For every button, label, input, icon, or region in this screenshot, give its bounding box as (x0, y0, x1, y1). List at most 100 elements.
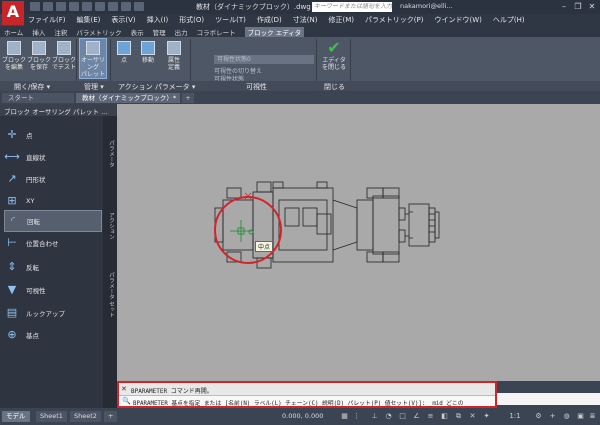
palette-item-rotation[interactable]: ◜ 回転 (4, 210, 102, 232)
menu-tools[interactable]: ツール(T) (215, 15, 246, 25)
annotation-icon[interactable]: ✦ (482, 412, 491, 421)
point-parameter-button[interactable]: 点 (112, 39, 136, 64)
edit-block-button[interactable]: ブロック を編集 (2, 39, 26, 71)
tab-view[interactable]: 表示 (131, 27, 144, 37)
panel-manage[interactable]: 管理 ▾ (84, 82, 104, 92)
menu-dimension[interactable]: 寸法(N) (293, 15, 318, 25)
close-editor-button[interactable]: ✔ エディタ を閉じる (320, 39, 348, 72)
tab-current-document[interactable]: 教材（ダイナミックブロック）* ✕ (76, 93, 180, 112)
tab-model[interactable]: モデル (2, 411, 30, 422)
maximize-button[interactable]: ❐ (572, 1, 584, 12)
transparency-icon[interactable]: ◧ (440, 412, 449, 421)
authoring-palettes-button[interactable]: オーサリング パレット (79, 38, 107, 79)
tab-home[interactable]: ホーム (4, 27, 23, 37)
workspace-icon[interactable]: ⚙ (534, 412, 543, 421)
print-icon[interactable] (95, 2, 105, 11)
menu-help[interactable]: ヘルプ(H) (493, 15, 525, 25)
menu-format[interactable]: 形式(O) (179, 15, 204, 25)
test-block-button[interactable]: ブロック でテスト (52, 39, 76, 71)
palette-item-basepoint[interactable]: ⊕ 基点 (4, 324, 102, 346)
polar-icon[interactable]: ◔ (384, 412, 393, 421)
palette-item-linear[interactable]: ⟷ 直線状 (4, 146, 102, 168)
tab-start[interactable]: スタート (2, 93, 74, 103)
add-layout-button[interactable]: + (104, 411, 118, 422)
customize-icon[interactable]: ≣ (588, 412, 597, 421)
annotation-scale[interactable]: 1:1 (508, 412, 522, 421)
3d-osnap-icon[interactable]: ✕ (468, 412, 477, 421)
ribbon-panel-labels: 開く/保存 ▾ 管理 ▾ アクション パラメータ ▾ 可視性 閉じる (0, 81, 600, 91)
menu-insert[interactable]: 挿入(I) (147, 15, 169, 25)
app-logo-icon[interactable]: A (2, 1, 24, 25)
tab-sheet2[interactable]: Sheet2 (70, 411, 101, 422)
search-input[interactable]: キーワードまたは語句を入力 (312, 2, 392, 12)
menu-file[interactable]: ファイル(F) (28, 15, 66, 25)
tab-manage[interactable]: 管理 (153, 27, 166, 37)
menu-edit[interactable]: 編集(E) (77, 15, 101, 25)
grid-icon[interactable]: ▦ (340, 412, 349, 421)
alignment-param-icon: ⊢ (7, 236, 17, 249)
tab-parametric[interactable]: パラメトリック (76, 27, 121, 37)
visibility-state-dropdown[interactable]: 可視性状態0 (214, 55, 314, 64)
palette-item-visibility[interactable]: ▼ 可視性 (4, 279, 102, 301)
web-icon[interactable] (82, 2, 92, 11)
osnap-icon[interactable]: □ (398, 412, 407, 421)
palette-item-point[interactable]: ✛ 点 (4, 124, 102, 146)
save-icon[interactable] (56, 2, 66, 11)
share-icon[interactable] (134, 2, 144, 11)
ortho-icon[interactable]: ⊥ (370, 412, 379, 421)
move-action-button[interactable]: 移動 (136, 39, 160, 64)
document-tabs: スタート 教材（ダイナミックブロック）* ✕ + (0, 92, 600, 112)
search-icon[interactable]: 🔍 (122, 397, 131, 405)
minimize-button[interactable]: – (558, 1, 570, 12)
vtab-parameters[interactable]: パラメータ (105, 140, 115, 168)
vtab-parameter-sets[interactable]: パラメータ セット (105, 272, 115, 318)
title-bar: 教材（ダイナミックブロック）.dwg キーワードまたは語句を入力 nakamor… (0, 0, 600, 14)
close-command-icon[interactable]: ✕ (121, 385, 127, 393)
palette-item-flip[interactable]: ⇕ 反転 (4, 256, 102, 278)
tab-collaborate[interactable]: コラボレート (197, 27, 236, 37)
palette-item-xy[interactable]: ⊞ XY (4, 190, 102, 212)
snap-tooltip: 中点 (255, 241, 274, 252)
menu-bar: ファイル(F) 編集(E) 表示(V) 挿入(I) 形式(O) ツール(T) 作… (24, 14, 600, 26)
user-account[interactable]: nakamori@elli... (400, 2, 453, 10)
vtab-actions[interactable]: アクション (105, 212, 115, 240)
panel-action-parameter[interactable]: アクション パラメータ ▾ (118, 82, 195, 92)
palette-item-lookup[interactable]: ▤ ルックアップ (4, 302, 102, 324)
panel-open-save[interactable]: 開く/保存 ▾ (14, 82, 50, 92)
close-window-button[interactable]: ✕ (586, 1, 598, 12)
isolate-icon[interactable]: ◍ (562, 412, 571, 421)
new-icon[interactable] (30, 2, 40, 11)
tab-insert[interactable]: 挿入 (32, 27, 45, 37)
drawing-canvas[interactable]: 中点 (117, 104, 600, 381)
tab-sheet1[interactable]: Sheet1 (36, 411, 67, 422)
drawing-svg (214, 181, 440, 269)
undo-icon[interactable] (108, 2, 118, 11)
selection-cycling-icon[interactable]: ⧉ (454, 412, 463, 421)
redo-icon[interactable] (121, 2, 131, 11)
plus-icon[interactable]: + (548, 412, 557, 421)
command-line[interactable]: ✕ BPARAMETER コマンド再開。 🔍 BPARAMETER 基点を指定 … (117, 381, 497, 408)
drawing-cab-detail (272, 181, 284, 189)
snap-icon[interactable]: ⋮ (352, 412, 361, 421)
tab-block-editor[interactable]: ブロック エディタ (244, 26, 305, 37)
open-icon[interactable] (43, 2, 53, 11)
tab-output[interactable]: 出力 (175, 27, 188, 37)
menu-parametric[interactable]: パラメトリック(P) (365, 15, 423, 25)
fullscreen-icon[interactable]: ▣ (576, 412, 585, 421)
palette-item-alignment[interactable]: ⊢ 位置合わせ (4, 232, 102, 254)
menu-modify[interactable]: 修正(M) (328, 15, 354, 25)
command-input[interactable]: 🔍 BPARAMETER 基点を指定 または [名前(N) ラベル(L) チェー… (119, 395, 495, 407)
menu-view[interactable]: 表示(V) (111, 15, 135, 25)
otrack-icon[interactable]: ∠ (412, 412, 421, 421)
palette-title[interactable]: ブロック オーサリング パレット ... (0, 104, 117, 116)
save-as-icon[interactable] (69, 2, 79, 11)
test-block-icon (57, 41, 71, 55)
tab-annotate[interactable]: 注釈 (54, 27, 67, 37)
palette-item-polar[interactable]: ↗ 円形状 (4, 168, 102, 190)
lineweight-icon[interactable]: ≡ (426, 412, 435, 421)
menu-draw[interactable]: 作成(D) (257, 15, 282, 25)
new-tab-button[interactable]: + (182, 93, 194, 103)
attribute-definition-button[interactable]: 属性 定義 (162, 39, 186, 71)
menu-window[interactable]: ウインドウ(W) (434, 15, 481, 25)
save-block-button[interactable]: ブロック を保存 (27, 39, 51, 71)
